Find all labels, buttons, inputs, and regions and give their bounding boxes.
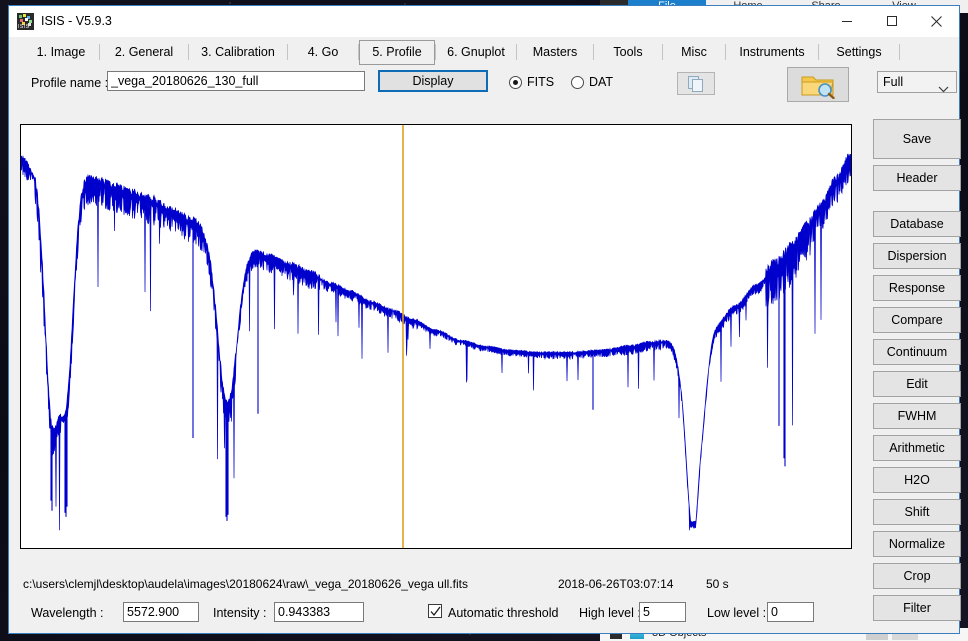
profile-name-input[interactable]	[107, 71, 365, 91]
profile-toolbar: Profile name : Display FITS DAT	[9, 67, 959, 103]
high-level-label: High level :	[579, 606, 641, 620]
tools-sidebar: Save Header Database Dispersion Response Comp…	[873, 119, 961, 627]
range-select[interactable]: Full	[877, 71, 957, 93]
low-level-input[interactable]	[767, 602, 814, 622]
exposure-status: 50 s	[706, 577, 729, 591]
intensity-input[interactable]	[274, 602, 364, 622]
tab-misc[interactable]: Misc	[663, 41, 725, 63]
copy-icon	[686, 75, 706, 93]
sidebar-button-continuum[interactable]: Continuum	[873, 339, 961, 365]
sidebar-button-normalize[interactable]: Normalize	[873, 531, 961, 557]
browse-folder-button[interactable]	[787, 67, 849, 102]
tab-1-image[interactable]: 1. Image	[23, 41, 99, 63]
sidebar-button-dispersion[interactable]: Dispersion	[873, 243, 961, 269]
format-radio-fits[interactable]: FITS	[509, 75, 554, 89]
isis-app-icon: ISIS	[17, 13, 34, 30]
sidebar-button-filter[interactable]: Filter	[873, 595, 961, 621]
sidebar-button-arithmetic[interactable]: Arithmetic	[873, 435, 961, 461]
radio-fits-mark	[509, 76, 522, 89]
radio-dat-mark	[571, 76, 584, 89]
chevron-down-icon	[938, 79, 949, 99]
radio-fits-label: FITS	[527, 75, 554, 89]
spectrum-plot[interactable]	[21, 125, 851, 548]
copy-button[interactable]	[677, 72, 715, 95]
tab-masters[interactable]: Masters	[517, 41, 593, 63]
sidebar-button-crop[interactable]: Crop	[873, 563, 961, 589]
tab-instruments[interactable]: Instruments	[726, 41, 818, 63]
tab-3-calibration[interactable]: 3. Calibration	[189, 41, 287, 63]
tab-6-gnuplot[interactable]: 6. Gnuplot	[436, 41, 516, 63]
minimize-icon	[841, 15, 853, 27]
tab-separator	[899, 44, 900, 60]
check-icon	[430, 606, 441, 617]
sidebar-button-h2o[interactable]: H2O	[873, 467, 961, 493]
maximize-icon	[886, 15, 898, 27]
intensity-label: Intensity :	[213, 606, 267, 620]
main-tab-bar: 1. Image 2. General 3. Calibration 4. Go…	[9, 37, 959, 67]
maximize-button[interactable]	[869, 6, 914, 36]
folder-search-icon	[799, 71, 837, 99]
title-bar: ISIS ISIS - V5.9.3	[9, 6, 959, 37]
high-level-input[interactable]	[639, 602, 686, 622]
display-button[interactable]: Display	[378, 70, 488, 92]
tab-settings[interactable]: Settings	[819, 41, 899, 63]
sidebar-button-fwhm[interactable]: FWHM	[873, 403, 961, 429]
sidebar-group-gap	[873, 197, 961, 211]
close-icon	[930, 15, 943, 28]
close-button[interactable]	[914, 6, 959, 36]
spectrum-plot-frame[interactable]	[20, 124, 852, 549]
measurement-bar: Wavelength : Intensity : Automatic thres…	[9, 602, 869, 628]
sidebar-button-response[interactable]: Response	[873, 275, 961, 301]
minimize-button[interactable]	[824, 6, 869, 36]
range-select-value: Full	[883, 75, 903, 89]
window-title: ISIS - V5.9.3	[41, 13, 112, 30]
sidebar-button-compare[interactable]: Compare	[873, 307, 961, 333]
wavelength-label: Wavelength :	[31, 606, 104, 620]
tab-2-general[interactable]: 2. General	[100, 41, 188, 63]
sidebar-button-header[interactable]: Header	[873, 165, 961, 191]
profile-name-label: Profile name :	[31, 76, 108, 90]
sidebar-button-database[interactable]: Database	[873, 211, 961, 237]
tab-tools[interactable]: Tools	[594, 41, 662, 63]
low-level-label: Low level :	[707, 606, 766, 620]
sidebar-button-save[interactable]: Save	[873, 119, 961, 159]
format-radio-dat[interactable]: DAT	[571, 75, 613, 89]
automatic-threshold-label: Automatic threshold	[448, 606, 558, 620]
isis-main-window: ISIS ISIS - V5.9.3 1. Image 2. General 3…	[8, 5, 960, 634]
plot-background	[21, 125, 851, 548]
sidebar-button-edit[interactable]: Edit	[873, 371, 961, 397]
wavelength-input[interactable]	[123, 602, 199, 622]
observation-date-status: 2018-06-26T03:07:14	[558, 577, 673, 591]
radio-dat-label: DAT	[589, 75, 613, 89]
sidebar-button-shift[interactable]: Shift	[873, 499, 961, 525]
file-path-status: c:\users\clemjl\desktop\audela\images\20…	[23, 577, 468, 591]
automatic-threshold-checkbox[interactable]	[428, 604, 442, 618]
tab-5-profile[interactable]: 5. Profile	[359, 40, 435, 65]
tab-4-go[interactable]: 4. Go	[288, 41, 358, 63]
